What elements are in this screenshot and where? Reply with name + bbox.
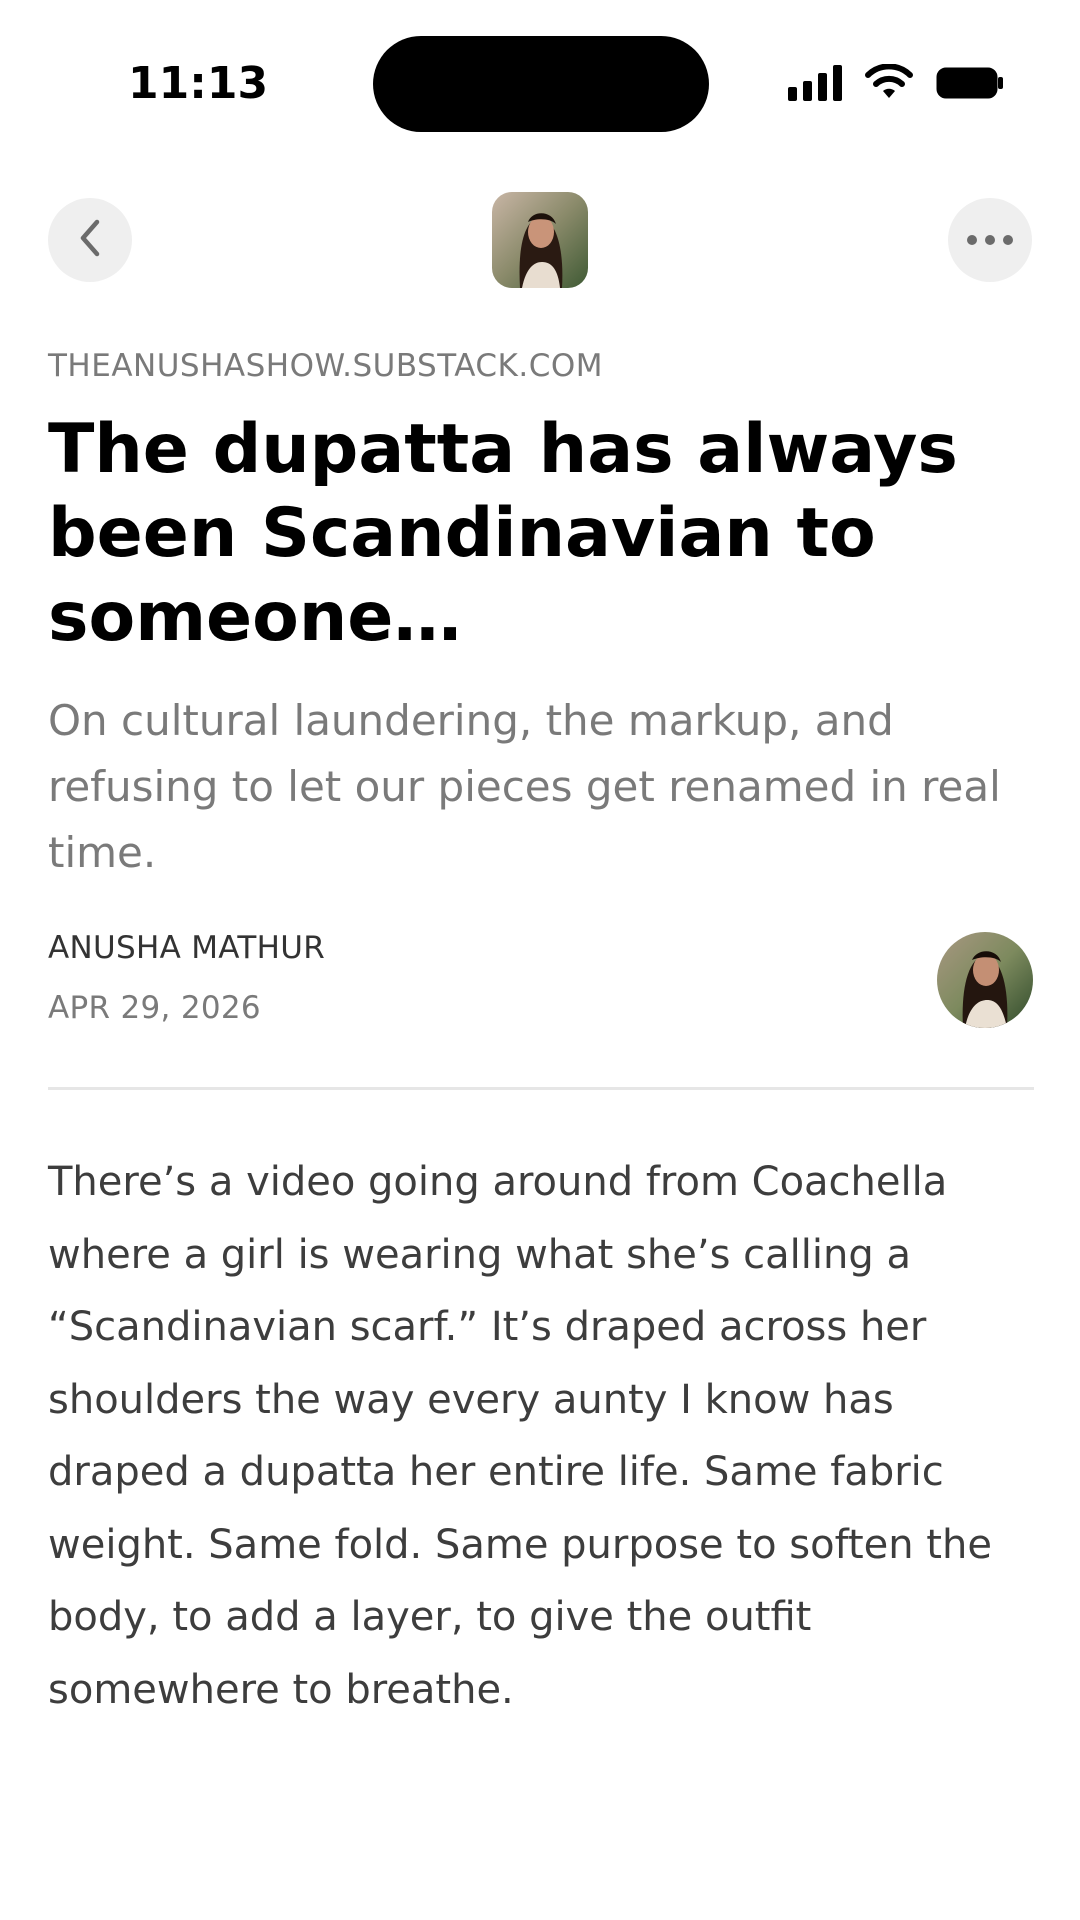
dynamic-island bbox=[373, 36, 709, 132]
article-subtitle: On cultural laundering, the markup, and … bbox=[48, 696, 1001, 877]
publish-date: APR 29, 2026 bbox=[48, 990, 261, 1026]
article-body: There’s a video going around from Coache… bbox=[48, 1159, 992, 1713]
status-time: 11:13 bbox=[128, 58, 269, 109]
more-options-button[interactable] bbox=[948, 198, 1032, 282]
ellipsis-icon bbox=[966, 231, 1014, 250]
author-name[interactable]: ANUSHA MATHUR bbox=[48, 930, 325, 966]
status-bar: 11:13 bbox=[0, 0, 1080, 150]
publication-domain[interactable]: THEANUSHASHOW.SUBSTACK.COM bbox=[48, 348, 603, 384]
battery-icon bbox=[936, 67, 1004, 99]
chevron-left-icon bbox=[75, 218, 105, 262]
publication-logo[interactable] bbox=[492, 192, 588, 288]
wifi-icon bbox=[864, 64, 914, 102]
top-nav bbox=[0, 192, 1080, 288]
author-avatar[interactable] bbox=[937, 932, 1033, 1028]
divider bbox=[48, 1087, 1034, 1090]
article-title: The dupatta has always been Scandinavian… bbox=[48, 410, 958, 657]
back-button[interactable] bbox=[48, 198, 132, 282]
signal-icon bbox=[788, 65, 842, 101]
status-icons bbox=[788, 64, 1004, 102]
